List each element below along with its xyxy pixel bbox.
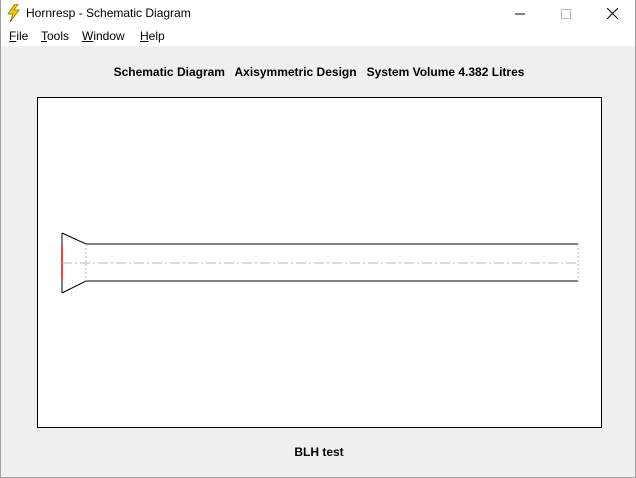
menu-tools-label: ools: [47, 29, 70, 43]
diagram-caption: BLH test: [294, 445, 344, 459]
lightning-bolt-icon: [7, 4, 20, 22]
menu-bar: File Tools Window Help: [1, 27, 635, 46]
window-title: Hornresp - Schematic Diagram: [26, 6, 191, 20]
menu-window-accel: W: [82, 29, 94, 43]
driver-chamber-outline: [61, 232, 578, 245]
minimize-icon: [515, 13, 525, 14]
app-window: Hornresp - Schematic Diagram File Tools …: [0, 0, 636, 478]
menu-tools[interactable]: Tools: [40, 29, 70, 43]
diagram-heading: Schematic Diagram Axisymmetric Design Sy…: [113, 65, 525, 79]
minimize-button[interactable]: [497, 0, 543, 27]
maximize-button[interactable]: [543, 0, 589, 27]
menu-window[interactable]: Window: [81, 29, 126, 43]
close-icon: [606, 8, 618, 19]
menu-file[interactable]: File: [8, 29, 29, 43]
schematic-canvas: [37, 97, 602, 428]
close-button[interactable]: [589, 0, 635, 27]
menu-file-label: ile: [16, 29, 29, 43]
title-bar[interactable]: Hornresp - Schematic Diagram: [1, 0, 635, 27]
menu-help[interactable]: Help: [139, 29, 166, 43]
menu-help-label: elp: [148, 29, 165, 43]
horn-bottom-outline: [61, 280, 578, 294]
menu-window-label: indow: [93, 29, 125, 43]
menu-help-accel: H: [140, 29, 149, 43]
maximize-icon: [561, 8, 571, 19]
schematic-drawing: [61, 232, 579, 294]
